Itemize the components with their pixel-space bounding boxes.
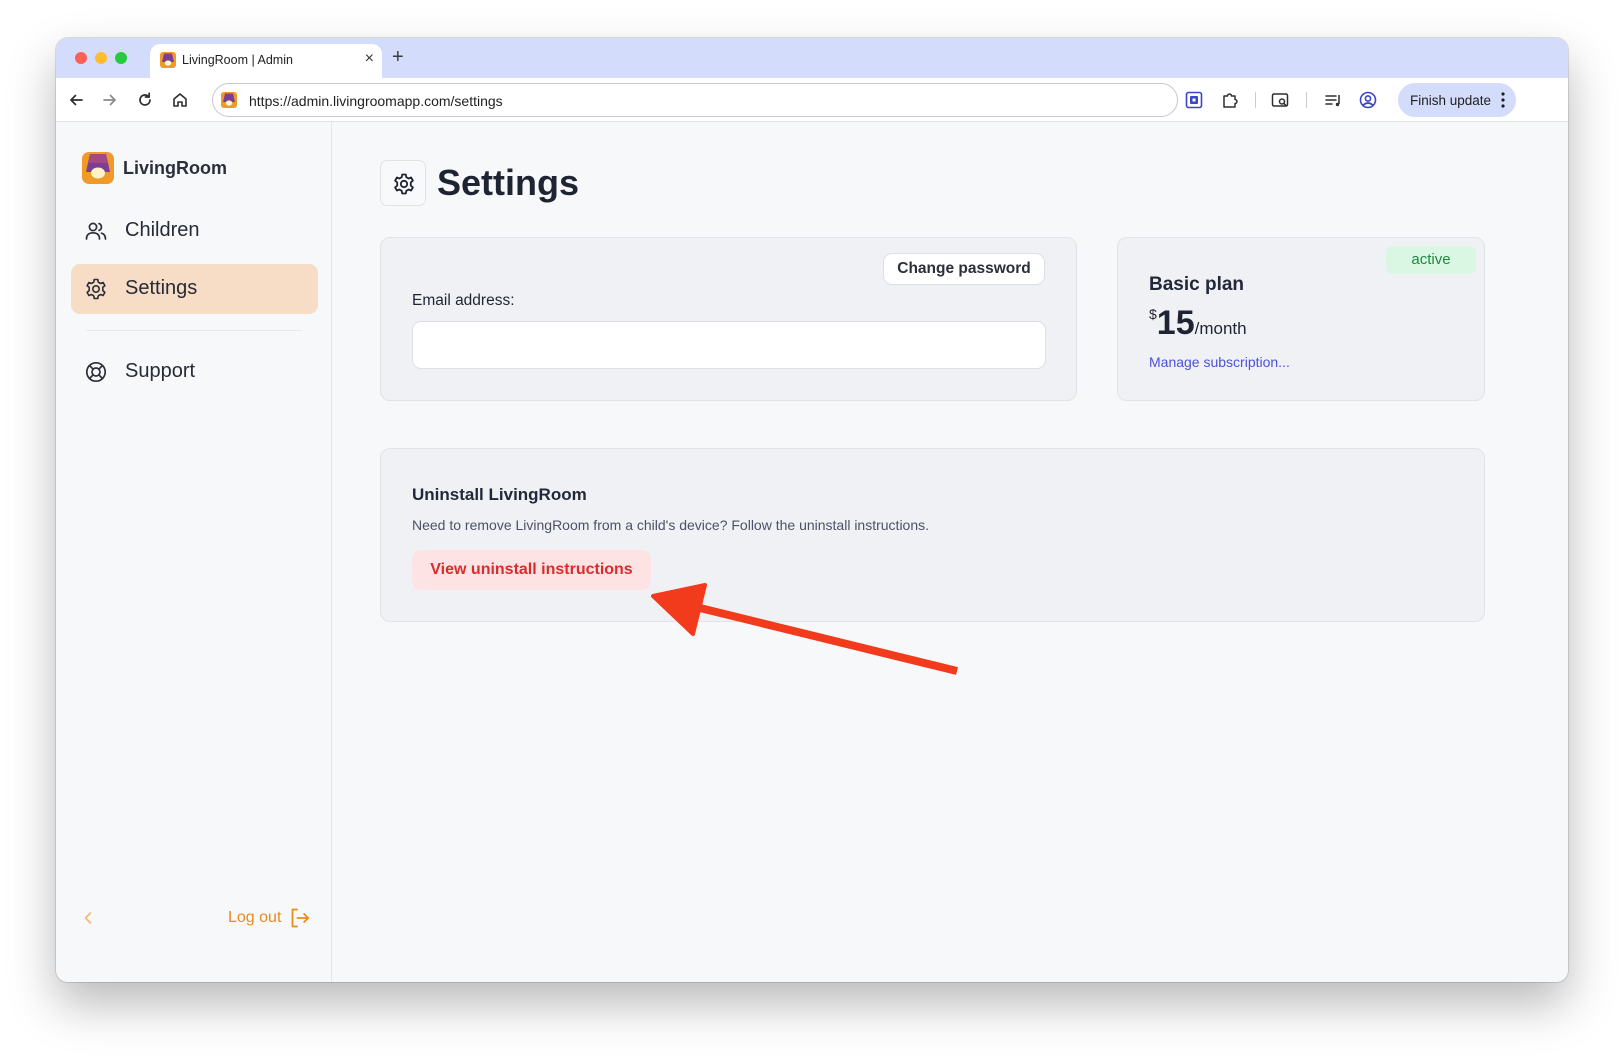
logout-icon: [291, 908, 310, 928]
logout-button[interactable]: Log out: [228, 906, 316, 930]
tab-search-icon[interactable]: [1270, 90, 1290, 110]
tab-title: LivingRoom | Admin: [182, 53, 293, 67]
uninstall-description: Need to remove LivingRoom from a child's…: [412, 517, 930, 533]
media-control-icon[interactable]: [1323, 90, 1343, 110]
browser-window: LivingRoom | Admin × + https://admin.liv…: [56, 38, 1568, 982]
sidebar-item-label: Children: [125, 219, 200, 241]
livingroom-favicon-icon: [221, 92, 237, 108]
profile-icon[interactable]: [1358, 90, 1378, 110]
status-badge: active: [1386, 246, 1476, 274]
tab-strip: LivingRoom | Admin × +: [56, 38, 1568, 78]
sidebar-item-children[interactable]: Children: [71, 206, 318, 256]
browser-toolbar: https://admin.livingroomapp.com/settings: [56, 78, 1568, 122]
toolbar-divider: [1255, 92, 1256, 108]
address-url: https://admin.livingroomapp.com/settings: [249, 93, 503, 109]
finish-update-label: Finish update: [1410, 92, 1492, 108]
address-bar[interactable]: https://admin.livingroomapp.com/settings: [212, 83, 1178, 117]
minimize-window-button[interactable]: [95, 52, 107, 64]
uninstall-card: Uninstall LivingRoom Need to remove Livi…: [380, 448, 1485, 622]
gear-icon: [86, 278, 106, 300]
plan-period: /month: [1194, 319, 1247, 338]
home-icon[interactable]: [170, 90, 190, 110]
plan-amount: 15: [1156, 304, 1195, 342]
manage-subscription-link[interactable]: Manage subscription...: [1149, 354, 1290, 370]
reload-icon[interactable]: [135, 90, 155, 110]
browser-tab[interactable]: LivingRoom | Admin ×: [150, 44, 382, 78]
sidebar-item-label: Settings: [125, 277, 198, 299]
change-password-button[interactable]: Change password: [883, 253, 1045, 285]
brand-name: LivingRoom: [123, 158, 227, 178]
close-window-button[interactable]: [75, 52, 87, 64]
tab-close-icon[interactable]: ×: [365, 50, 374, 68]
plan-currency: $: [1149, 306, 1157, 322]
main-content: Settings Change password Email address: …: [333, 122, 1568, 982]
zoom-window-button[interactable]: [115, 52, 127, 64]
finish-update-button[interactable]: Finish update: [1398, 83, 1516, 117]
page-title-icon-box: [380, 160, 426, 206]
sidebar-divider: [86, 330, 302, 331]
more-vertical-icon: [1501, 92, 1505, 108]
gear-icon: [394, 173, 414, 195]
lifebuoy-icon: [85, 361, 107, 383]
puzzle-icon[interactable]: [1220, 90, 1240, 110]
sidebar: LivingRoom Children Settings Support Log…: [56, 122, 332, 982]
livingroom-logo-icon: [82, 152, 114, 184]
logout-label: Log out: [228, 909, 282, 926]
plan-card: active Basic plan $15/month Manage subsc…: [1117, 237, 1485, 401]
view-uninstall-instructions-button[interactable]: View uninstall instructions: [412, 550, 651, 590]
app-area: LivingRoom Children Settings Support Log…: [56, 122, 1568, 982]
forward-arrow-icon[interactable]: [100, 90, 120, 110]
collapse-sidebar-chevron-left-icon[interactable]: [80, 910, 96, 926]
email-label: Email address:: [412, 292, 515, 309]
sidebar-item-settings[interactable]: Settings: [71, 264, 318, 314]
page-title: Settings: [437, 162, 580, 203]
new-tab-button[interactable]: +: [392, 45, 404, 69]
sidebar-item-label: Support: [125, 360, 196, 382]
back-arrow-icon[interactable]: [66, 90, 86, 110]
email-field[interactable]: [412, 321, 1046, 369]
livingroom-favicon-icon: [160, 52, 176, 68]
sidebar-item-support[interactable]: Support: [71, 347, 318, 397]
users-icon: [85, 222, 107, 240]
toolbar-divider: [1306, 92, 1307, 108]
plan-name: Basic plan: [1149, 274, 1245, 295]
uninstall-title: Uninstall LivingRoom: [412, 485, 587, 504]
plan-price: $15/month: [1149, 304, 1247, 343]
account-card: Change password Email address:: [380, 237, 1077, 401]
extension-icon[interactable]: [1184, 90, 1204, 110]
